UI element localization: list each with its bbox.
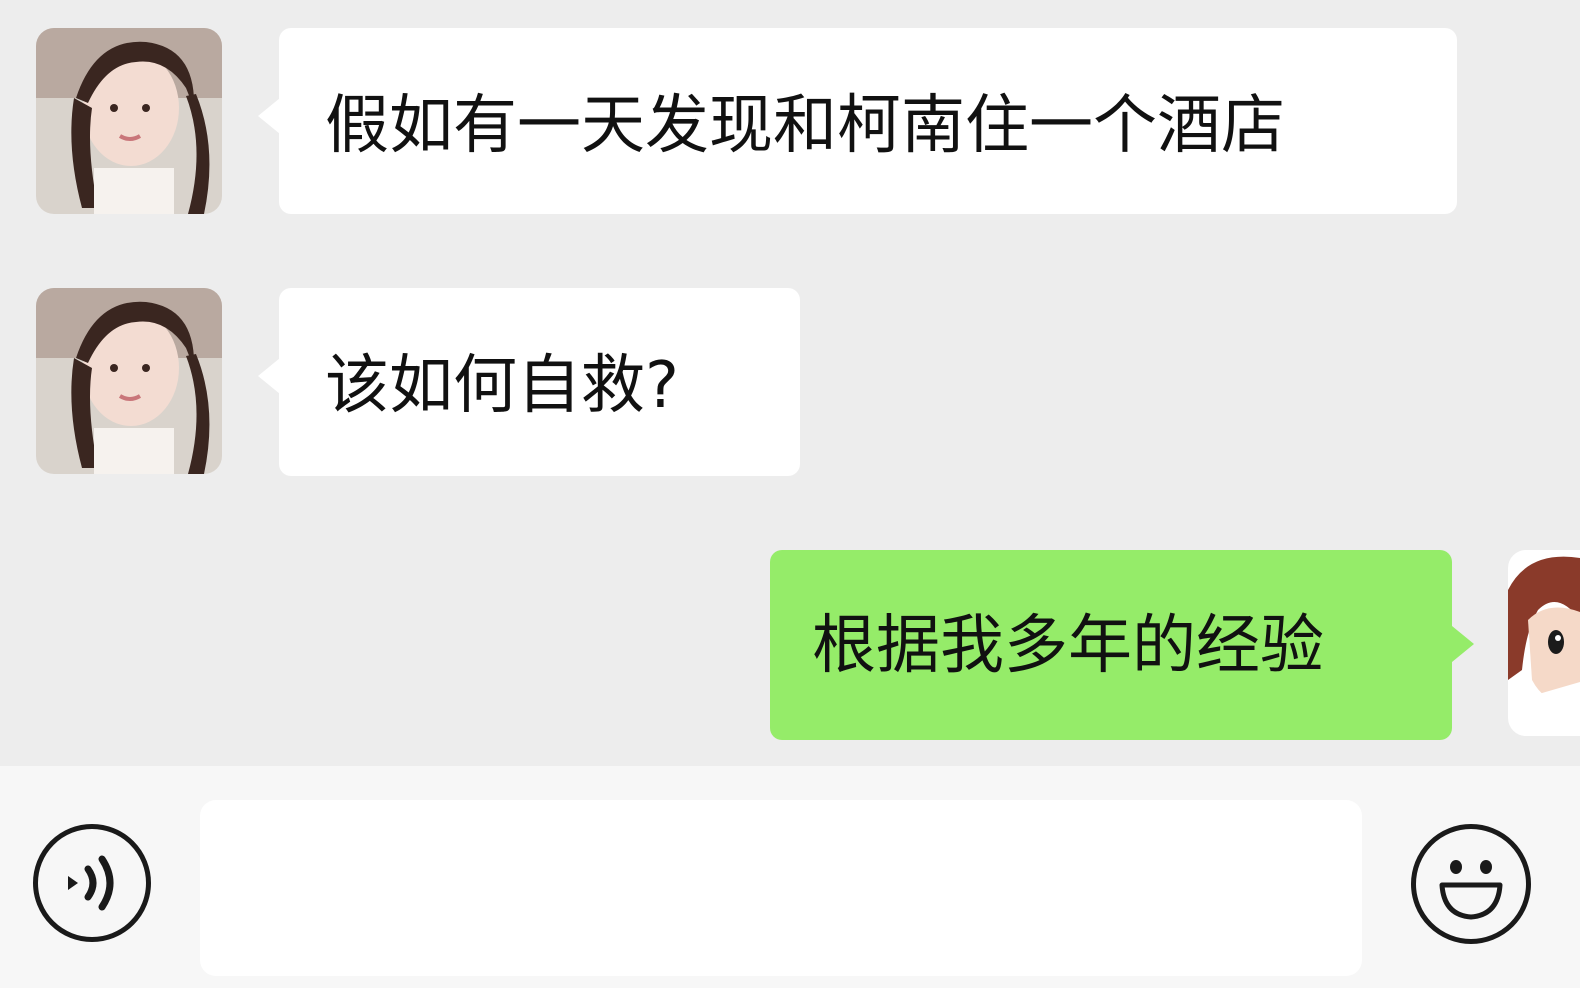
- emoji-smile-icon: [1439, 860, 1503, 920]
- voice-icon: [68, 855, 114, 911]
- emoji-button[interactable]: [1411, 824, 1531, 944]
- message-input[interactable]: [200, 800, 1362, 976]
- bubble-tail: [1452, 626, 1474, 662]
- chat-message-area: 假如有一天发现和柯南住一个酒店 该如何自救? 根据我多年的经验: [0, 0, 1580, 766]
- message-text: 根据我多年的经验: [812, 609, 1324, 683]
- contact-avatar-image: [36, 28, 222, 214]
- message-text: 该如何自救?: [325, 349, 679, 423]
- contact-avatar[interactable]: [36, 288, 222, 474]
- contact-avatar-image: [36, 288, 222, 474]
- bubble-tail: [258, 98, 280, 134]
- message-bubble-incoming[interactable]: 假如有一天发现和柯南住一个酒店: [279, 28, 1457, 214]
- message-text: 假如有一天发现和柯南住一个酒店: [325, 89, 1285, 163]
- my-avatar-image: [1508, 550, 1580, 736]
- contact-avatar[interactable]: [36, 28, 222, 214]
- my-avatar[interactable]: [1508, 550, 1580, 736]
- message-bubble-outgoing[interactable]: 根据我多年的经验: [770, 550, 1452, 740]
- message-bubble-incoming[interactable]: 该如何自救?: [279, 288, 800, 476]
- bubble-tail: [258, 358, 280, 394]
- voice-button[interactable]: [33, 824, 151, 942]
